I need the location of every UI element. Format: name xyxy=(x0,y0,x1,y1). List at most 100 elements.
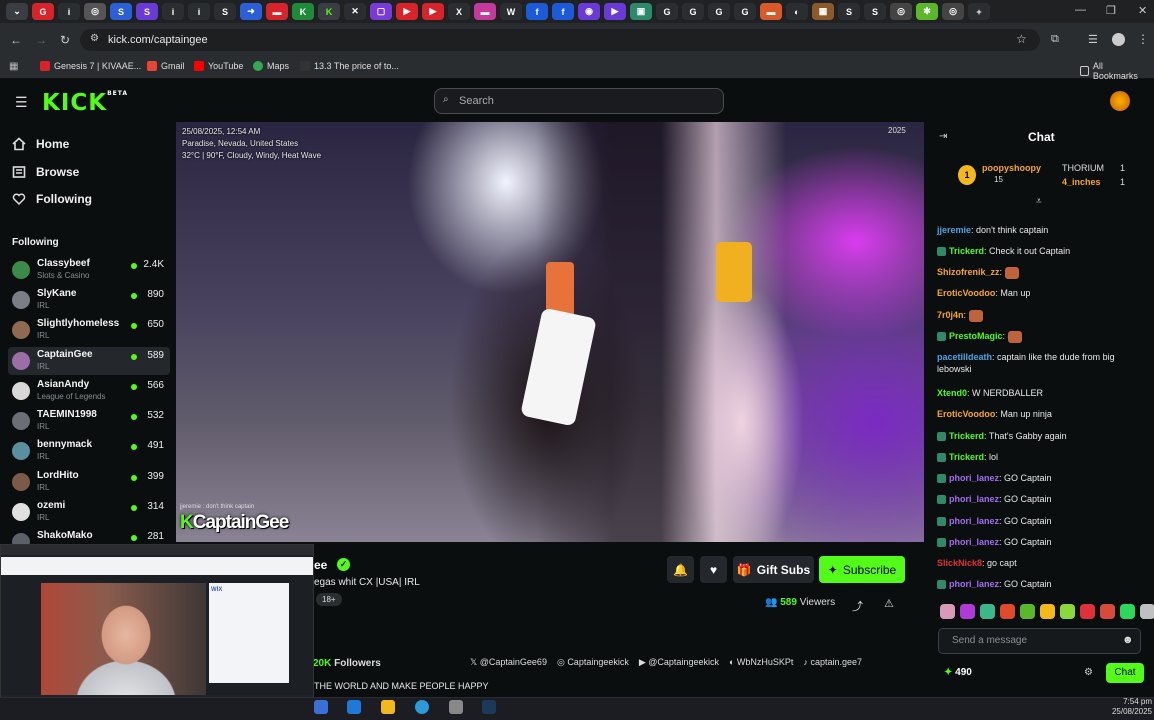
followed-channel-item[interactable]: SlyKane IRL 890 xyxy=(8,286,170,314)
browser-tab[interactable]: G xyxy=(682,3,704,20)
gifter-name[interactable]: THORIUM xyxy=(1062,163,1104,173)
back-icon[interactable]: ← xyxy=(10,33,22,47)
followed-channel-item[interactable]: AsianAndy League of Legends 566 xyxy=(8,377,170,405)
browser-tab[interactable]: ◎ xyxy=(942,3,964,20)
kick-logo[interactable]: KICKBETA xyxy=(42,90,128,116)
menu-icon[interactable]: ☰ xyxy=(15,94,28,111)
followed-channel-item[interactable]: CaptainGee IRL 589 xyxy=(8,347,170,375)
browser-tab[interactable]: G xyxy=(656,3,678,20)
extensions-icon[interactable]: ⧉ xyxy=(1051,33,1059,46)
chat-username[interactable]: jjeremie xyxy=(937,225,971,235)
browser-tab-active[interactable]: K xyxy=(318,3,340,20)
browser-tab[interactable]: S xyxy=(110,3,132,20)
browser-tab[interactable]: K xyxy=(292,3,314,20)
bookmark-item[interactable]: 13.3 The price of to... xyxy=(300,61,399,71)
emote-icon[interactable] xyxy=(960,604,975,619)
browser-tab[interactable]: i xyxy=(58,3,80,20)
gift-subs-button[interactable]: 🎁 Gift Subs xyxy=(733,556,814,583)
followed-channel-item[interactable]: LordHito IRL 399 xyxy=(8,468,170,496)
emoji-picker-icon[interactable]: ☻ xyxy=(1122,634,1134,646)
chat-username[interactable]: phori_lanez xyxy=(949,516,999,526)
follow-button[interactable]: ♥ xyxy=(700,556,727,583)
browser-tab[interactable]: ▶ xyxy=(422,3,444,20)
apps-icon[interactable]: ▦ xyxy=(9,61,18,72)
chat-username[interactable]: pacetilldeath xyxy=(937,352,992,362)
nav-home[interactable]: Home xyxy=(12,137,69,151)
emote-icon[interactable] xyxy=(1020,604,1035,619)
browser-tab[interactable]: W xyxy=(500,3,522,20)
browser-tab[interactable]: ◎ xyxy=(84,3,106,20)
user-avatar[interactable] xyxy=(1110,91,1130,111)
social-link-x[interactable]: 𝕏 @CaptainGee69 xyxy=(470,657,547,668)
bookmark-item[interactable]: Maps xyxy=(253,61,289,71)
browser-tab[interactable]: G xyxy=(734,3,756,20)
browser-app-icon[interactable] xyxy=(415,700,429,714)
bookmark-item[interactable]: Genesis 7 | KIVAAE... xyxy=(40,61,141,71)
profile-icon[interactable] xyxy=(1112,33,1125,46)
browser-tab[interactable]: ▶ xyxy=(604,3,626,20)
forward-icon[interactable]: → xyxy=(35,33,47,47)
chat-username[interactable]: phori_lanez xyxy=(949,473,999,483)
share-icon[interactable]: ⤴ xyxy=(852,598,863,614)
followed-channel-item[interactable]: ozemi IRL 314 xyxy=(8,498,170,526)
browser-tab[interactable]: f xyxy=(552,3,574,20)
chat-username[interactable]: Shizofrenik_zz xyxy=(937,267,1000,277)
notify-button[interactable]: 🔔 xyxy=(667,556,694,583)
collapse-chat-icon[interactable]: ⇥ xyxy=(939,131,947,142)
tab-list-button[interactable]: ⌄ xyxy=(6,3,28,20)
bookmark-item[interactable]: YouTube xyxy=(194,61,243,71)
report-icon[interactable]: ⚠ xyxy=(884,597,894,610)
url-input[interactable]: kick.com/captaingee xyxy=(80,29,1040,51)
picture-in-picture-window[interactable]: WIX xyxy=(0,544,314,710)
chat-username[interactable]: phori_lanez xyxy=(949,537,999,547)
followed-channel-item[interactable]: Classybeef Slots & Casino 2.4K xyxy=(8,256,170,284)
nav-following[interactable]: Following xyxy=(12,192,92,206)
chat-username[interactable]: 7r0j4n xyxy=(937,310,964,320)
browser-tab[interactable]: ▢ xyxy=(370,3,392,20)
outlook-icon[interactable] xyxy=(347,700,361,714)
emote-icon[interactable] xyxy=(940,604,955,619)
chat-username[interactable]: Trickerd xyxy=(949,431,984,441)
scroll-to-bottom-icon[interactable]: ⩡ xyxy=(1036,196,1042,207)
social-link-youtube[interactable]: ▶ @Captaingeekick xyxy=(639,657,719,668)
emote-icon[interactable] xyxy=(1140,604,1154,619)
browser-tab[interactable]: ▬ xyxy=(760,3,782,20)
top-gifter-name[interactable]: poopyshoopy xyxy=(982,163,1041,173)
tab-search-icon[interactable]: ☰ xyxy=(1088,33,1098,46)
browser-tab[interactable]: ▣ xyxy=(630,3,652,20)
chat-username[interactable]: phori_lanez xyxy=(949,494,999,504)
emote-icon[interactable] xyxy=(1120,604,1135,619)
chat-username[interactable]: Trickerd xyxy=(949,452,984,462)
social-link-discord[interactable]: ◐ WbNzHuSKPt xyxy=(729,657,793,668)
file-explorer-icon[interactable] xyxy=(381,700,395,714)
chat-settings-icon[interactable]: ⚙ xyxy=(1084,667,1093,678)
followed-channel-item[interactable]: TAEMIN1998 IRL 532 xyxy=(8,407,170,435)
browser-tab[interactable]: ➜ xyxy=(240,3,262,20)
site-info-icon[interactable]: ⚙ xyxy=(90,33,99,44)
nav-browse[interactable]: Browse xyxy=(12,165,79,179)
gifter-name[interactable]: 4_inches xyxy=(1062,177,1101,187)
search-input[interactable]: Search xyxy=(434,88,724,114)
new-tab-button[interactable]: + xyxy=(968,3,990,20)
chat-username[interactable]: Xtend0 xyxy=(937,388,967,398)
emote-icon[interactable] xyxy=(1060,604,1075,619)
social-link-instagram[interactable]: ◎ Captaingeekick xyxy=(557,657,629,668)
taskbar-app-icon[interactable] xyxy=(449,700,463,714)
streamer-name[interactable]: ee xyxy=(314,558,327,572)
steam-icon[interactable] xyxy=(482,700,496,714)
browser-tab-close[interactable]: ✕ xyxy=(344,3,366,20)
browser-tab[interactable]: G xyxy=(708,3,730,20)
maximize-icon[interactable]: ❐ xyxy=(1106,4,1116,17)
channel-points[interactable]: ✦ 490 xyxy=(944,667,972,678)
browser-tab[interactable]: ◐ xyxy=(786,3,808,20)
all-bookmarks[interactable]: All Bookmarks xyxy=(1080,61,1142,81)
emote-icon[interactable] xyxy=(1000,604,1015,619)
chat-username[interactable]: EroticVoodoo xyxy=(937,288,995,298)
video-player[interactable] xyxy=(176,122,924,542)
browser-tab[interactable]: ▬ xyxy=(474,3,496,20)
social-link-tiktok[interactable]: ♪ captain.gee7 xyxy=(803,657,862,668)
bookmark-star-icon[interactable]: ☆ xyxy=(1016,32,1027,46)
browser-tab[interactable]: ▬ xyxy=(266,3,288,20)
followed-channel-item[interactable]: Slightlyhomeless IRL 650 xyxy=(8,316,170,344)
reload-icon[interactable]: ↻ xyxy=(60,33,70,47)
